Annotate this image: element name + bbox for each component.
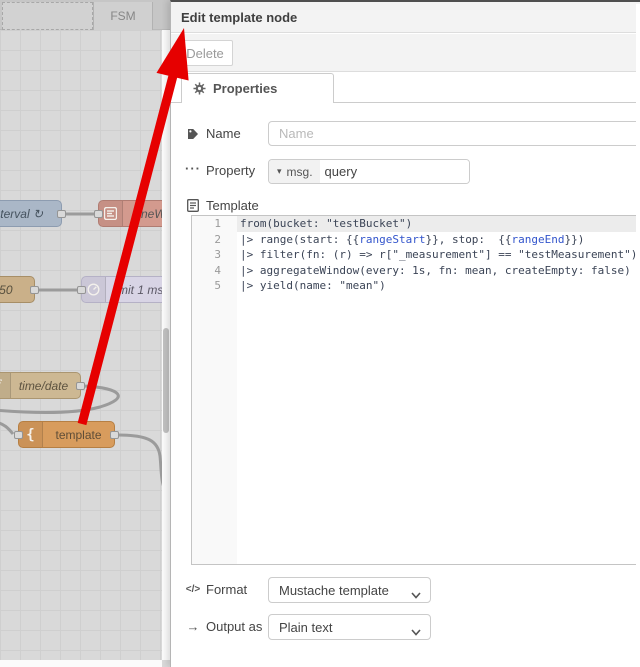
dialog-tabbar: Properties xyxy=(171,72,640,103)
format-select-value: Mustache template xyxy=(279,582,389,598)
node-label: template xyxy=(55,427,102,442)
arrow-right-icon: → xyxy=(186,619,200,634)
tab-properties-label: Properties xyxy=(213,81,278,96)
workspace-tab-fsm[interactable]: FSM xyxy=(93,2,153,30)
output-port[interactable] xyxy=(57,210,66,218)
dialog-form: Name ··· Property ▾ msg. Template xyxy=(171,103,640,667)
dialog-header: Edit template node xyxy=(171,2,640,33)
chevron-down-icon xyxy=(411,624,421,639)
property-label: ··· Property xyxy=(185,161,256,178)
property-typed-input: ▾ msg. xyxy=(268,159,470,184)
node-template[interactable]: { template xyxy=(14,421,119,448)
caret-down-icon: ▾ xyxy=(277,166,282,176)
code-line[interactable]: |> yield(name: "mean") xyxy=(237,278,640,294)
code-line[interactable]: |> aggregateWindow(every: 1s, fn: mean, … xyxy=(237,263,640,279)
edit-dialog: Edit template node Delete Properties Nam… xyxy=(170,0,640,667)
input-port[interactable] xyxy=(14,431,23,439)
output-port[interactable] xyxy=(30,286,39,294)
template-label: Template xyxy=(186,198,259,213)
horizontal-scrollbar[interactable] xyxy=(0,660,162,667)
node-label: limit 1 ms xyxy=(112,282,162,297)
output-as-label: → Output as xyxy=(186,619,263,634)
output-port[interactable] xyxy=(110,431,119,439)
dialog-toolbar: Delete xyxy=(171,34,640,72)
node-sinewave[interactable]: sineW xyxy=(94,200,162,227)
template-file-icon xyxy=(186,199,200,212)
workspace-tab-empty[interactable] xyxy=(2,2,93,30)
format-label: </> Format xyxy=(185,582,248,597)
code-line[interactable]: from(bucket: "testBucket") xyxy=(237,216,640,232)
node-s150[interactable]: s-150 xyxy=(0,276,39,303)
line-number: 2 xyxy=(214,232,221,246)
node-timedate[interactable]: f time/date xyxy=(0,372,85,399)
code-editor[interactable]: 1 2 34 5 from(bucket: "testBucket") |> range… xyxy=(191,215,640,565)
editor-code-area[interactable]: from(bucket: "testBucket") |> range(start… xyxy=(237,216,640,564)
node-label: s-150 xyxy=(0,282,13,297)
output-select-value: Plain text xyxy=(279,619,333,635)
tag-icon xyxy=(186,128,200,140)
property-type-button[interactable]: ▾ msg. xyxy=(269,160,320,183)
code-icon: </> xyxy=(185,584,201,595)
workspace-tabbar: FSM xyxy=(0,0,170,30)
wire-template-out[interactable] xyxy=(118,433,162,497)
format-select[interactable]: Mustache template xyxy=(268,577,431,603)
tray-right-edge xyxy=(636,4,640,667)
chevron-down-icon xyxy=(411,587,421,602)
property-type-label: msg. xyxy=(286,164,313,179)
gear-icon xyxy=(192,82,206,95)
flow-wires xyxy=(0,212,162,497)
workspace-tab-label: FSM xyxy=(110,9,136,23)
tab-properties[interactable]: Properties xyxy=(181,73,334,103)
code-line[interactable]: |> range(start: {{rangeStart}}, stop: {{… xyxy=(237,232,640,248)
output-port[interactable] xyxy=(76,382,85,390)
node-label: interval ↻ xyxy=(0,206,44,221)
flow-canvas[interactable]: interval ↻ sineW s-150 limit 1 ms xyxy=(0,30,162,660)
delete-button[interactable]: Delete xyxy=(177,40,233,66)
flow-workspace: FSM interval ↻ sineW xyxy=(0,0,170,667)
node-label: time/date xyxy=(18,378,69,393)
line-number: 1 xyxy=(214,217,221,230)
dialog-title: Edit template node xyxy=(181,9,298,25)
ellipsis-icon: ··· xyxy=(185,161,201,176)
property-value-input[interactable] xyxy=(319,160,469,183)
node-interval[interactable]: interval ↻ xyxy=(0,200,66,227)
line-number: 3 xyxy=(214,248,221,262)
output-as-select[interactable]: Plain text xyxy=(268,614,431,640)
vertical-scrollbar[interactable] xyxy=(162,30,170,660)
node-label: sineW xyxy=(132,206,162,221)
editor-gutter: 1 2 34 5 xyxy=(192,216,237,564)
scrollbar-thumb[interactable] xyxy=(163,328,169,433)
wire-template-in[interactable] xyxy=(0,421,15,435)
function-f-icon: f xyxy=(0,373,11,398)
name-label: Name xyxy=(186,126,241,141)
input-port[interactable] xyxy=(94,210,103,218)
line-number: 4 xyxy=(214,263,221,277)
input-port[interactable] xyxy=(77,286,86,294)
name-input[interactable] xyxy=(268,121,640,146)
node-limit[interactable]: limit 1 ms xyxy=(77,276,162,303)
code-line[interactable]: |> filter(fn: (r) => r["_measurement"] =… xyxy=(237,247,640,263)
line-number: 5 xyxy=(214,279,221,293)
